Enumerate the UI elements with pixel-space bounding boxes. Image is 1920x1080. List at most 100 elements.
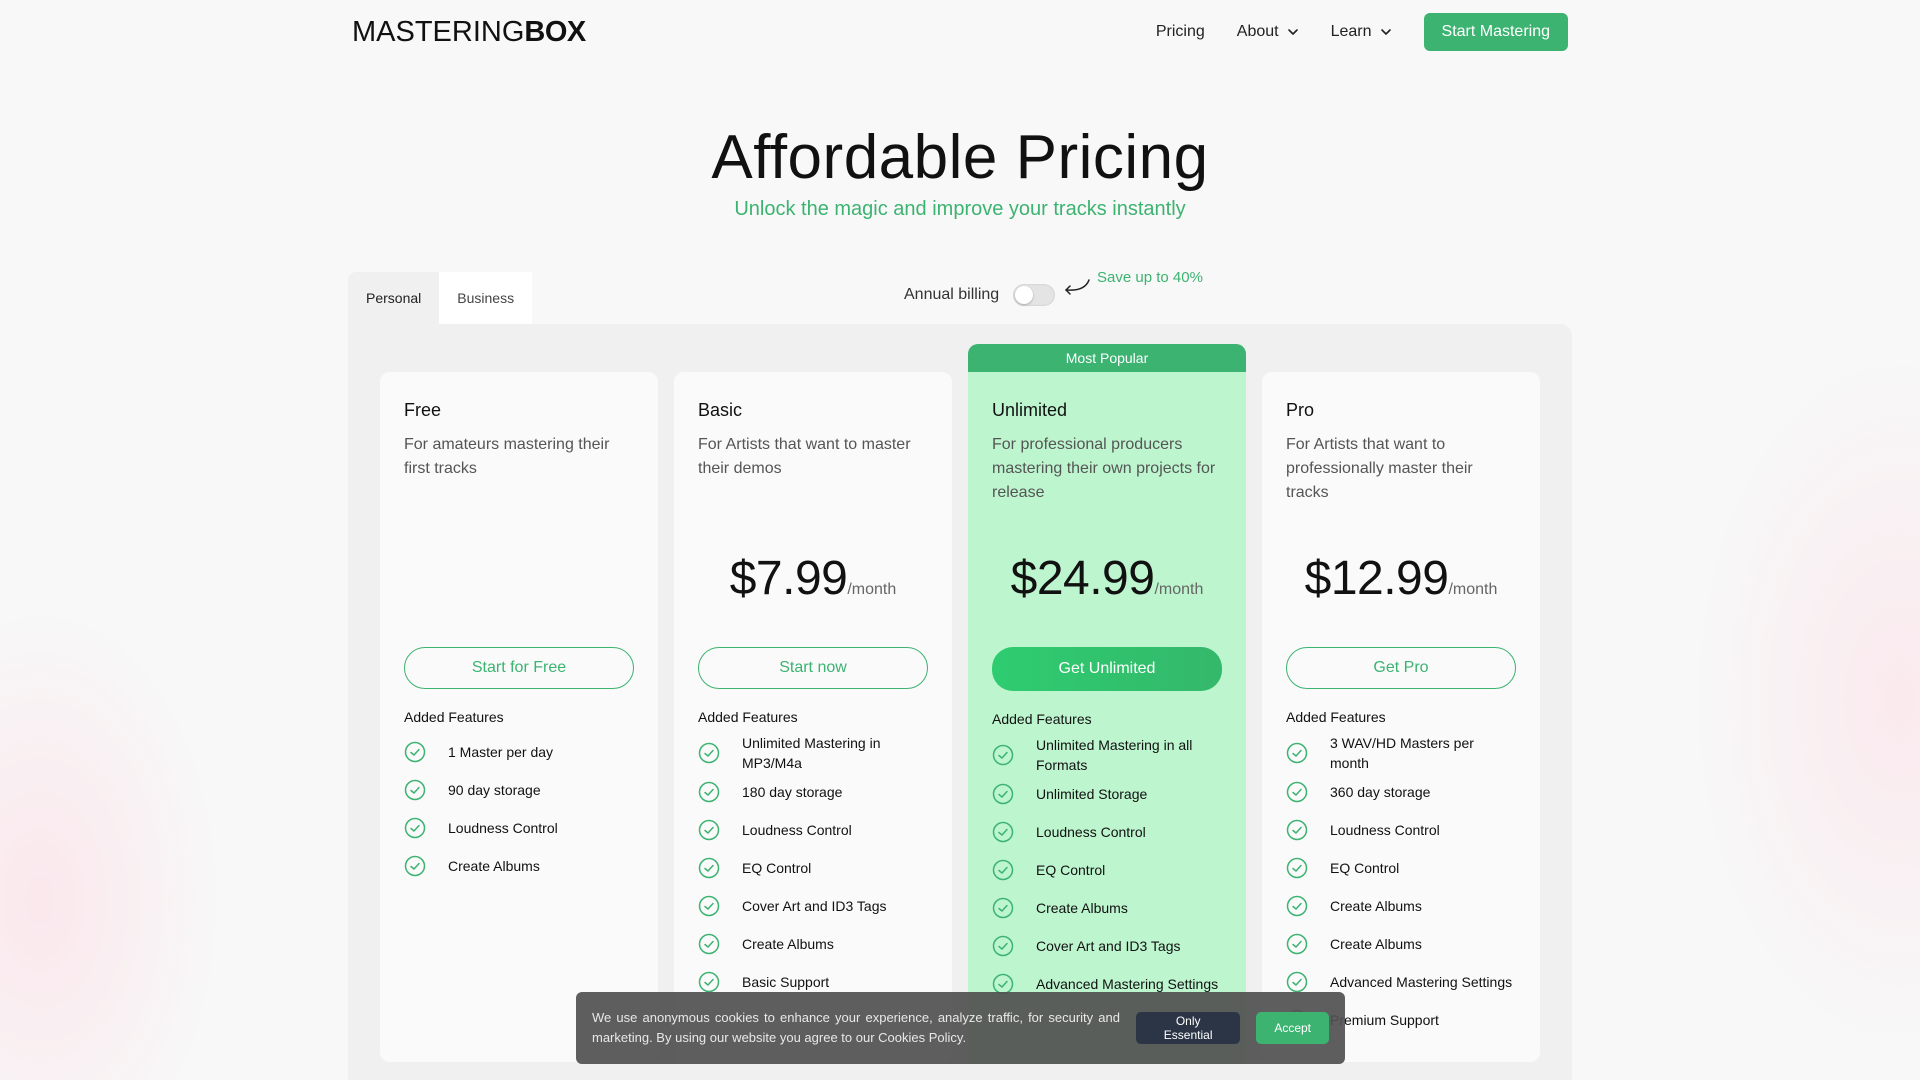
feature-item: 1 Master per day	[404, 733, 634, 771]
price-row: $24.99/month	[992, 551, 1222, 621]
cookie-message: We use anonymous cookies to enhance your…	[592, 1010, 1120, 1045]
nav-link-label: Pricing	[1155, 23, 1205, 40]
logo-thin: MASTERING	[352, 15, 525, 48]
feature-label: Cover Art and ID3 Tags	[1036, 938, 1181, 954]
feature-list: Unlimited Mastering in MP3/M4a 180 day s…	[698, 733, 928, 1001]
check-circle-icon	[1286, 933, 1308, 955]
plan-type-tabs: Personal Business	[348, 272, 533, 324]
feature-item: 90 day storage	[404, 771, 634, 809]
feature-label: 360 day storage	[1330, 784, 1431, 800]
feature-label: Advanced Mastering Settings	[1036, 976, 1219, 992]
check-circle-icon	[1286, 819, 1308, 841]
tab-personal[interactable]: Personal	[348, 272, 439, 324]
feature-label: Loudness Control	[742, 822, 852, 838]
feature-item: Loudness Control	[992, 813, 1222, 851]
check-circle-icon	[698, 819, 720, 841]
plan-name: Unlimited	[992, 400, 1068, 420]
feature-item: Create Albums	[404, 847, 634, 885]
feature-label: Loudness Control	[1036, 824, 1146, 840]
logo[interactable]: MASTERINGBOX	[352, 16, 586, 49]
plan-card-pro: Pro For Artists that want to professiona…	[1262, 372, 1540, 1062]
check-circle-icon	[1286, 742, 1308, 764]
check-circle-icon	[404, 855, 426, 877]
get-pro-button[interactable]: Get Pro	[1286, 647, 1516, 689]
feature-label: Basic Support	[742, 974, 830, 990]
price-row: $7.99/month	[698, 551, 928, 621]
feature-item: Cover Art and ID3 Tags	[992, 927, 1222, 965]
plan-description: For Artists that want to professionally …	[1286, 436, 1473, 501]
feature-label: Create Albums	[1330, 936, 1422, 952]
annual-billing-label: Annual billing	[904, 286, 1000, 303]
nav-link-about[interactable]: About	[1237, 23, 1299, 41]
feature-label: Create Albums	[448, 858, 540, 874]
feature-label: Loudness Control	[1330, 822, 1440, 838]
price-row	[404, 551, 634, 621]
feature-label: Advanced Mastering Settings	[1330, 974, 1513, 990]
price-period: /month	[1154, 581, 1204, 598]
feature-item: EQ Control	[992, 851, 1222, 889]
feature-label: EQ Control	[742, 860, 812, 876]
check-circle-icon	[992, 897, 1014, 919]
check-circle-icon	[698, 742, 720, 764]
features-title: Added Features	[698, 709, 798, 725]
features-title: Added Features	[992, 711, 1092, 727]
annual-billing-toggle[interactable]	[1013, 284, 1056, 306]
feature-item: Unlimited Storage	[992, 775, 1222, 813]
annual-billing-control: Annual billing	[904, 284, 1056, 306]
plan-name: Pro	[1286, 400, 1315, 420]
feature-item: Cover Art and ID3 Tags	[698, 887, 928, 925]
check-circle-icon	[992, 935, 1014, 957]
chevron-down-icon	[1287, 29, 1298, 35]
top-nav: MASTERINGBOX Pricing About Learn Start M…	[352, 12, 1568, 52]
nav-link-learn[interactable]: Learn	[1331, 23, 1392, 41]
feature-label: EQ Control	[1036, 862, 1106, 878]
feature-label: Cover Art and ID3 Tags	[742, 898, 887, 914]
check-circle-icon	[404, 817, 426, 839]
feature-label: Create Albums	[1330, 898, 1422, 914]
feature-label: 90 day storage	[448, 782, 541, 798]
check-circle-icon	[1286, 781, 1308, 803]
feature-item: Loudness Control	[698, 811, 928, 849]
check-circle-icon	[1286, 971, 1308, 993]
check-circle-icon	[404, 741, 426, 763]
check-circle-icon	[698, 781, 720, 803]
check-circle-icon	[698, 857, 720, 879]
curved-arrow-icon	[1065, 279, 1090, 295]
check-circle-icon	[698, 895, 720, 917]
check-circle-icon	[698, 933, 720, 955]
tab-business[interactable]: Business	[439, 272, 533, 324]
page-title: Affordable Pricing	[711, 123, 1209, 192]
feature-label: EQ Control	[1330, 860, 1400, 876]
start-mastering-button[interactable]: Start Mastering	[1423, 13, 1568, 51]
feature-item: Unlimited Mastering in all Formats	[992, 735, 1222, 775]
most-popular-badge: Most Popular	[968, 344, 1246, 372]
chevron-down-icon	[1380, 29, 1391, 35]
feature-list: 1 Master per day 90 day storage Loudness…	[404, 733, 634, 885]
plan-description: For professional producers mastering the…	[992, 436, 1216, 501]
feature-label: Create Albums	[742, 936, 834, 952]
nav-links: Pricing About Learn Start Mastering	[1156, 13, 1568, 51]
cookie-banner: We use anonymous cookies to enhance your…	[576, 992, 1345, 1064]
features-title: Added Features	[404, 709, 504, 725]
nav-link-label: Learn	[1330, 23, 1372, 40]
page-subtitle: Unlock the magic and improve your tracks…	[734, 198, 1186, 220]
feature-label: Premium Support	[1330, 1012, 1439, 1028]
nav-link-pricing[interactable]: Pricing	[1156, 23, 1205, 41]
start-now-button[interactable]: Start now	[698, 647, 928, 689]
get-unlimited-button[interactable]: Get Unlimited	[992, 647, 1222, 691]
plan-card-free: Free For amateurs mastering their first …	[380, 372, 658, 1062]
plan-name: Free	[404, 400, 442, 420]
plan-card-unlimited: Most Popular Unlimited For professional …	[968, 344, 1246, 1064]
feature-list: Unlimited Mastering in all Formats Unlim…	[992, 735, 1222, 1003]
feature-item: Create Albums	[1286, 925, 1516, 963]
feature-label: Unlimited Mastering in MP3/M4a	[742, 735, 881, 771]
feature-item: Create Albums	[698, 925, 928, 963]
feature-item: Loudness Control	[1286, 811, 1516, 849]
plan-price: $7.99	[729, 552, 848, 605]
only-essential-button[interactable]: Only Essential	[1136, 1012, 1241, 1044]
plan-description: For amateurs mastering their first track…	[404, 436, 610, 477]
start-for-free-button[interactable]: Start for Free	[404, 647, 634, 689]
feature-item: EQ Control	[1286, 849, 1516, 887]
check-circle-icon	[1286, 895, 1308, 917]
accept-button[interactable]: Accept	[1256, 1012, 1329, 1044]
